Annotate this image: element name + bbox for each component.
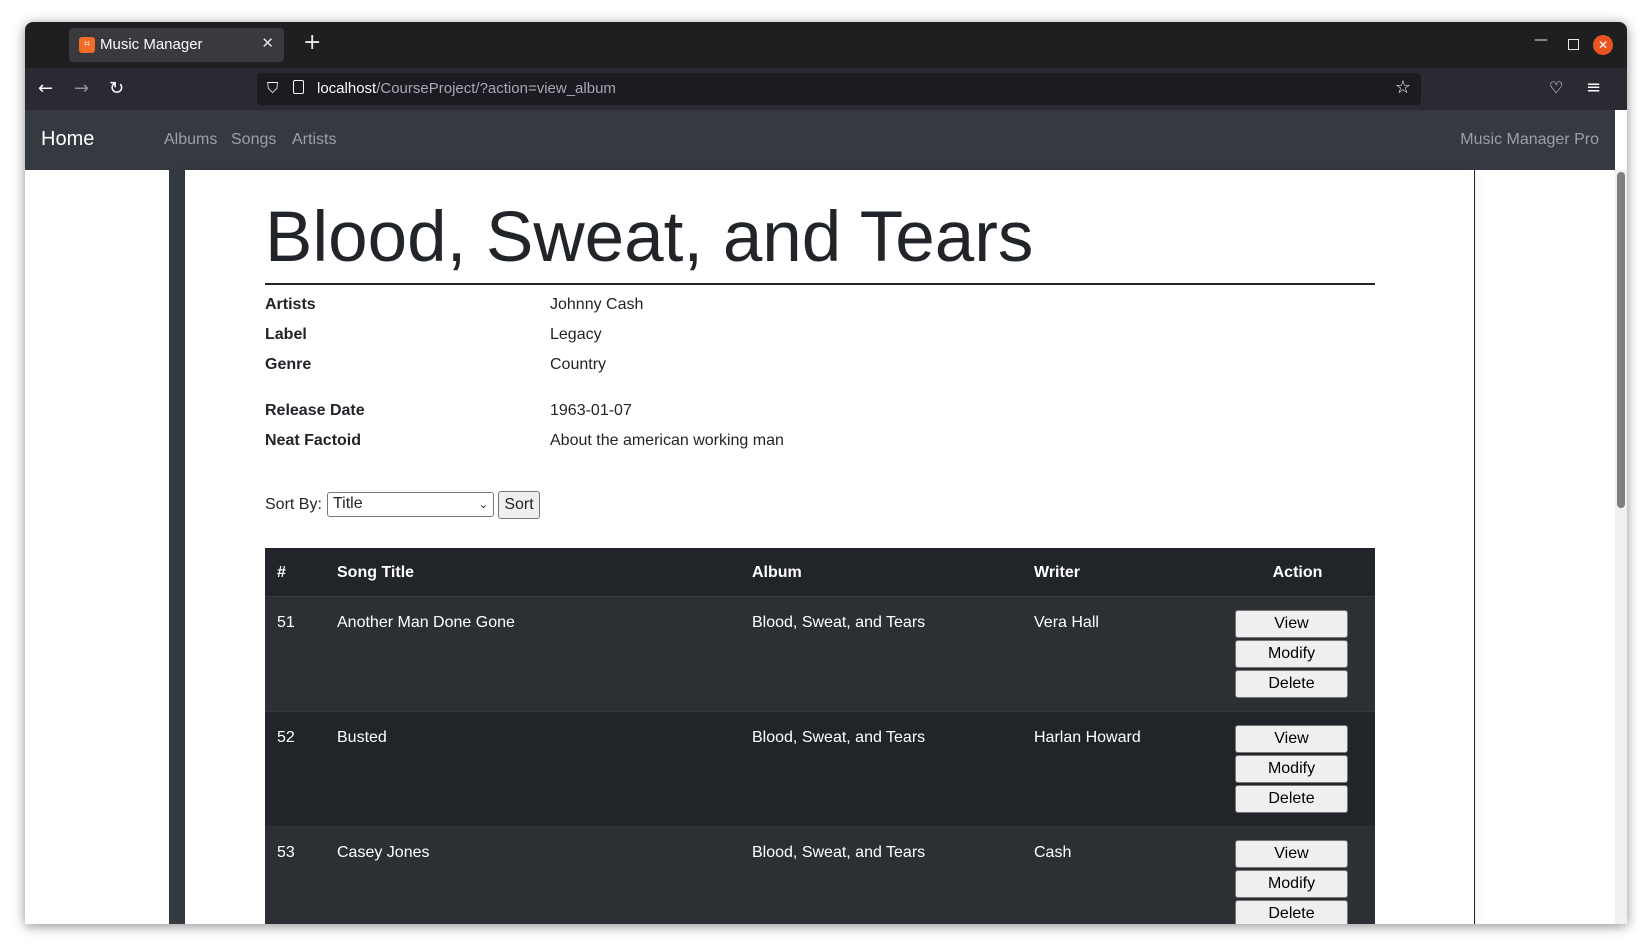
view-button[interactable]: View bbox=[1235, 610, 1348, 638]
maximize-icon[interactable] bbox=[1568, 39, 1579, 50]
header-song-title: Song Title bbox=[337, 564, 415, 581]
left-gutter bbox=[169, 170, 185, 924]
detail-label: Artists bbox=[265, 296, 316, 313]
close-tab-icon[interactable]: ✕ bbox=[261, 34, 274, 52]
browser-toolbar: ← → ↻ ⛉ localhost/CourseProject/?action=… bbox=[25, 68, 1627, 110]
cell-album: Blood, Sweat, and Tears bbox=[752, 844, 926, 861]
minimize-icon[interactable]: — bbox=[1534, 32, 1548, 48]
songs-table: # Song Title Album Writer Action 51 Anot… bbox=[265, 548, 1375, 924]
cell-number: 52 bbox=[277, 729, 295, 746]
header-album: Album bbox=[752, 564, 802, 581]
tab-title: Music Manager bbox=[100, 36, 203, 53]
cell-song-title: Another Man Done Gone bbox=[337, 614, 515, 631]
browser-window: ⌗ Music Manager ✕ + — ✕ ← → ↻ ⛉ localhos… bbox=[25, 22, 1627, 924]
hamburger-menu-icon[interactable]: ≡ bbox=[1586, 77, 1601, 98]
detail-value: Johnny Cash bbox=[550, 296, 644, 313]
delete-button[interactable]: Delete bbox=[1235, 900, 1348, 924]
page-info-icon[interactable] bbox=[293, 80, 304, 94]
detail-label: Genre bbox=[265, 356, 312, 373]
app-name-text: Music Manager Pro bbox=[1460, 131, 1599, 148]
chevron-down-icon: ⌄ bbox=[478, 498, 488, 511]
header-number: # bbox=[277, 564, 286, 581]
url-bar[interactable]: ⛉ localhost/CourseProject/?action=view_a… bbox=[257, 73, 1421, 105]
header-writer: Writer bbox=[1034, 564, 1080, 581]
delete-button[interactable]: Delete bbox=[1235, 785, 1348, 813]
reload-icon[interactable]: ↻ bbox=[109, 78, 124, 99]
detail-label: Release Date bbox=[265, 402, 365, 419]
sort-label: Sort By: bbox=[265, 496, 322, 513]
pocket-icon[interactable]: ♡ bbox=[1549, 78, 1563, 97]
title-divider bbox=[265, 283, 1375, 285]
modify-button[interactable]: Modify bbox=[1235, 755, 1348, 783]
delete-button[interactable]: Delete bbox=[1235, 670, 1348, 698]
home-link[interactable]: Home bbox=[41, 128, 94, 151]
view-button[interactable]: View bbox=[1235, 725, 1348, 753]
cell-number: 53 bbox=[277, 844, 295, 861]
row-actions: View Modify Delete bbox=[1235, 840, 1348, 924]
detail-label: Label bbox=[265, 326, 307, 343]
view-button[interactable]: View bbox=[1235, 840, 1348, 868]
favicon-icon: ⌗ bbox=[79, 37, 95, 53]
nav-albums-link[interactable]: Albums bbox=[164, 131, 217, 149]
url-path: /CourseProject/?action=view_album bbox=[376, 80, 616, 97]
cell-writer: Vera Hall bbox=[1034, 614, 1099, 631]
cell-album: Blood, Sweat, and Tears bbox=[752, 729, 926, 746]
url-text[interactable]: localhost/CourseProject/?action=view_alb… bbox=[317, 80, 616, 97]
cell-writer: Harlan Howard bbox=[1034, 729, 1141, 746]
detail-label: Neat Factoid bbox=[265, 432, 362, 449]
sort-button[interactable]: Sort bbox=[498, 491, 540, 519]
shield-icon[interactable]: ⛉ bbox=[267, 79, 278, 97]
close-window-icon[interactable]: ✕ bbox=[1593, 35, 1613, 55]
header-action: Action bbox=[1272, 564, 1323, 581]
back-icon[interactable]: ← bbox=[38, 78, 53, 99]
bookmark-star-icon[interactable]: ☆ bbox=[1395, 77, 1411, 98]
detail-value: 1963-01-07 bbox=[550, 402, 632, 419]
cell-number: 51 bbox=[277, 614, 295, 631]
detail-value: Legacy bbox=[550, 326, 602, 343]
scrollbar-thumb[interactable] bbox=[1617, 172, 1625, 508]
app-navbar: Home Albums Songs Artists Music Manager … bbox=[25, 110, 1615, 170]
cell-song-title: Casey Jones bbox=[337, 844, 430, 861]
url-host: localhost bbox=[317, 80, 377, 97]
page-scrollbar[interactable] bbox=[1615, 170, 1627, 924]
tab-bar: ⌗ Music Manager ✕ + — ✕ bbox=[25, 22, 1627, 68]
nav-songs-link[interactable]: Songs bbox=[231, 131, 276, 149]
browser-tab[interactable]: ⌗ Music Manager ✕ bbox=[69, 28, 284, 62]
nav-artists-link[interactable]: Artists bbox=[292, 131, 336, 149]
table-row: 51 Another Man Done Gone Blood, Sweat, a… bbox=[265, 597, 1375, 712]
page-viewport: Home Albums Songs Artists Music Manager … bbox=[25, 110, 1627, 924]
cell-writer: Cash bbox=[1034, 844, 1072, 861]
table-row: 53 Casey Jones Blood, Sweat, and Tears C… bbox=[265, 827, 1375, 924]
table-header: # Song Title Album Writer Action bbox=[265, 548, 1375, 597]
cell-album: Blood, Sweat, and Tears bbox=[752, 614, 926, 631]
modify-button[interactable]: Modify bbox=[1235, 870, 1348, 898]
row-actions: View Modify Delete bbox=[1235, 725, 1348, 815]
sort-selected-value: Title bbox=[333, 495, 363, 512]
detail-value: Country bbox=[550, 356, 607, 373]
cell-song-title: Busted bbox=[337, 729, 387, 746]
sort-select[interactable]: Title ⌄ bbox=[327, 492, 494, 517]
new-tab-button[interactable]: + bbox=[303, 32, 321, 54]
forward-icon[interactable]: → bbox=[74, 78, 89, 99]
album-title: Blood, Sweat, and Tears bbox=[265, 198, 1034, 277]
modify-button[interactable]: Modify bbox=[1235, 640, 1348, 668]
detail-value: About the american working man bbox=[550, 432, 784, 449]
row-actions: View Modify Delete bbox=[1235, 610, 1348, 700]
table-row: 52 Busted Blood, Sweat, and Tears Harlan… bbox=[265, 712, 1375, 827]
main-container: Blood, Sweat, and Tears Artists Johnny C… bbox=[185, 170, 1475, 924]
